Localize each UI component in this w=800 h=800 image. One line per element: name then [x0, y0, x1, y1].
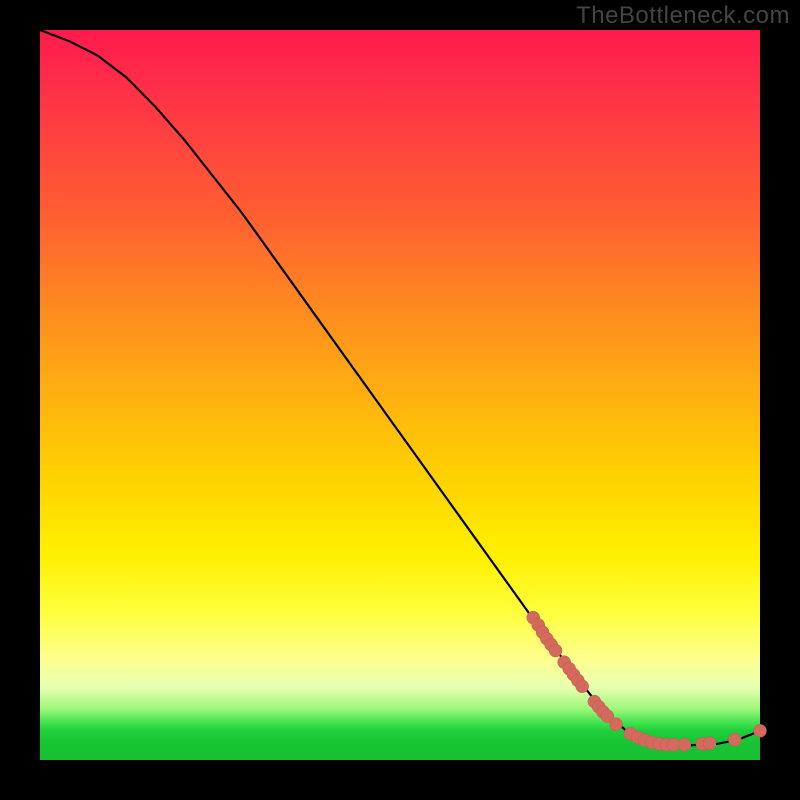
- data-dots-group: [527, 611, 767, 751]
- data-dot: [754, 724, 767, 737]
- data-dot: [678, 738, 691, 751]
- bottleneck-curve: [40, 30, 760, 745]
- data-dot: [703, 737, 716, 750]
- chart-svg: [40, 30, 760, 760]
- chart-frame: TheBottleneck.com: [0, 0, 800, 800]
- plot-area: [40, 30, 760, 760]
- data-dot: [576, 680, 589, 693]
- watermark-text: TheBottleneck.com: [576, 2, 790, 30]
- data-dot: [728, 733, 741, 746]
- data-dot: [549, 644, 562, 657]
- data-dot: [610, 718, 623, 731]
